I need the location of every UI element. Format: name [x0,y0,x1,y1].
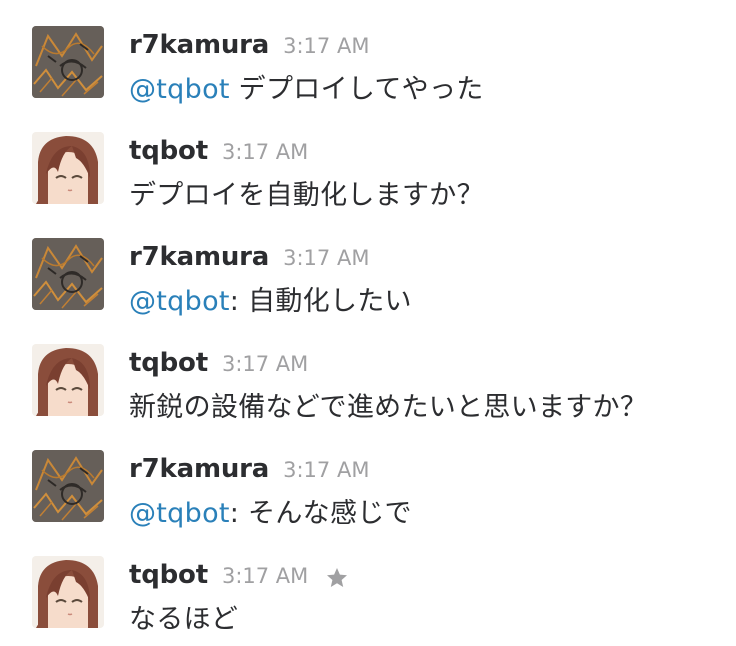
tqbot-avatar[interactable] [32,132,104,204]
message-text: 新鋭の設備などで進めたいと思いますか？ [129,392,648,423]
message-body: デプロイを自動化しますか？ [129,173,484,212]
message-text: : 自動化したい [229,286,412,317]
timestamp[interactable]: 3:17 AM [222,140,308,164]
message-body: @tqbot: 自動化したい [129,279,412,318]
mention-link[interactable]: @tqbot [129,286,230,317]
message-body: @tqbot: そんな感じで [129,491,412,530]
message-r7kamura: r7kamura 3:17 AM @tqbot: そんな感じで [0,424,736,530]
timestamp[interactable]: 3:17 AM [283,246,369,270]
mention-link[interactable]: @tqbot [129,74,230,105]
message-tqbot: tqbot 3:17 AM デプロイを自動化しますか？ [0,106,736,212]
message-header: tqbot 3:17 AM [129,560,350,592]
message-text: なるほど [129,604,239,635]
r7kamura-avatar[interactable] [32,26,104,98]
message-r7kamura: r7kamura 3:17 AM @tqbot: 自動化したい [0,212,736,318]
r7kamura-avatar[interactable] [32,238,104,310]
message-body: 新鋭の設備などで進めたいと思いますか？ [129,385,647,424]
username[interactable]: r7kamura [129,30,269,60]
star-icon[interactable] [324,566,350,590]
username[interactable]: tqbot [129,560,208,590]
message-header: r7kamura 3:17 AM [129,454,369,486]
mention-link[interactable]: @tqbot [129,498,230,529]
message-r7kamura: r7kamura 3:17 AM @tqbot デプロイしてやった [0,0,736,106]
timestamp[interactable]: 3:17 AM [283,458,369,482]
message-tqbot: tqbot 3:17 AM 新鋭の設備などで進めたいと思いますか？ [0,318,736,424]
message-header: tqbot 3:17 AM [129,136,308,168]
username[interactable]: r7kamura [129,454,269,484]
tqbot-avatar[interactable] [32,556,104,628]
username[interactable]: r7kamura [129,242,269,272]
message-tqbot: tqbot 3:17 AM なるほど [0,530,736,636]
message-text: : そんな感じで [229,498,412,529]
message-body: なるほど [129,597,238,636]
username[interactable]: tqbot [129,136,208,166]
message-header: r7kamura 3:17 AM [129,30,369,62]
message-text: デプロイを自動化しますか？ [129,180,484,211]
message-text: デプロイしてやった [229,74,484,105]
timestamp[interactable]: 3:17 AM [283,34,369,58]
message-body: @tqbot デプロイしてやった [129,67,484,106]
timestamp[interactable]: 3:17 AM [222,352,308,376]
timestamp[interactable]: 3:17 AM [222,564,308,588]
username[interactable]: tqbot [129,348,208,378]
message-header: tqbot 3:17 AM [129,348,308,380]
tqbot-avatar[interactable] [32,344,104,416]
r7kamura-avatar[interactable] [32,450,104,522]
message-header: r7kamura 3:17 AM [129,242,369,274]
